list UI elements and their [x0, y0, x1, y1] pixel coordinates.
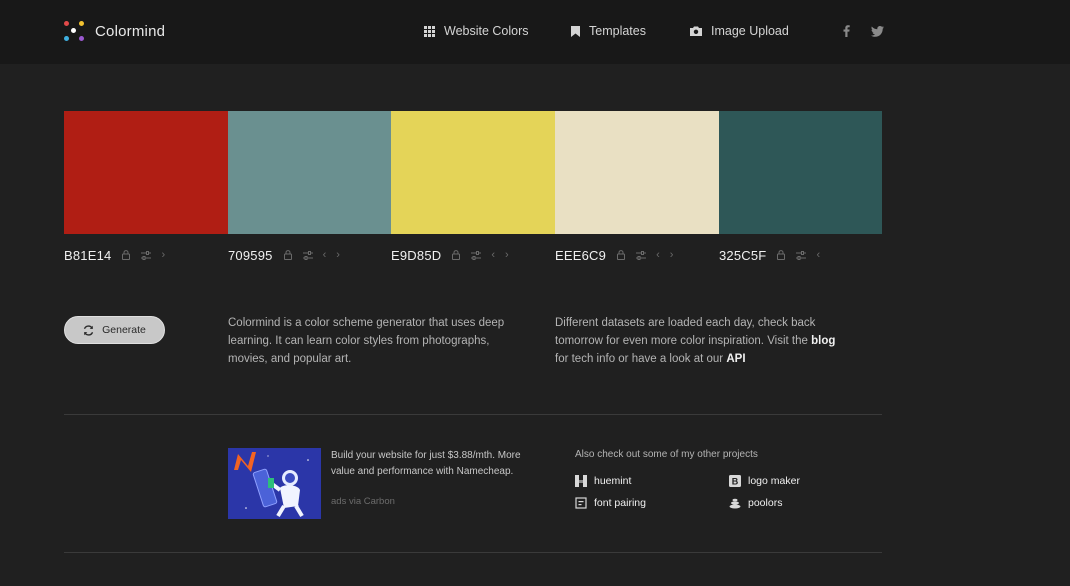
nav-website-colors[interactable]: Website Colors: [424, 22, 529, 40]
poolors-icon: [729, 497, 741, 509]
chevron-left-icon[interactable]: ‹: [323, 249, 327, 261]
ad-text[interactable]: Build your website for just $3.88/mth. M…: [331, 448, 536, 479]
description-text: Different datasets are loaded each day, …: [555, 317, 816, 347]
swatch-controls-1: B81E14 ›: [64, 247, 175, 263]
divider: [64, 552, 882, 553]
color-swatch-5[interactable]: [719, 111, 882, 234]
description-right: Different datasets are loaded each day, …: [555, 314, 845, 368]
color-swatch-1[interactable]: [64, 111, 228, 234]
project-label: logo maker: [748, 475, 800, 487]
color-swatch-4[interactable]: [555, 111, 719, 234]
twitter-icon: [871, 25, 884, 37]
top-header: Colormind Website Colors Templates Image…: [0, 0, 1070, 64]
project-label: font pairing: [594, 497, 646, 509]
chevron-left-icon[interactable]: ‹: [656, 249, 660, 261]
description-text: for tech info or have a look at our: [555, 353, 724, 365]
chevron-right-icon[interactable]: ›: [161, 249, 165, 261]
swatch-controls-2: 709595 ‹ ›: [228, 247, 350, 263]
api-link[interactable]: API: [726, 353, 745, 365]
color-swatch-2[interactable]: [228, 111, 391, 234]
project-logo-maker[interactable]: B logo maker: [729, 474, 800, 488]
lock-icon[interactable]: [121, 249, 131, 261]
font-pairing-icon: [575, 497, 587, 509]
chevron-right-icon[interactable]: ›: [505, 249, 509, 261]
nav-label: Website Colors: [444, 24, 529, 38]
twitter-link[interactable]: [871, 22, 884, 40]
adjust-icon[interactable]: [302, 249, 313, 261]
logo-icon: [64, 21, 84, 41]
hex-code[interactable]: E9D85D: [391, 248, 441, 263]
nav-label: Templates: [589, 24, 646, 38]
ad-attribution[interactable]: ads via Carbon: [331, 496, 395, 507]
chevron-right-icon[interactable]: ›: [670, 249, 674, 261]
refresh-icon: [83, 324, 94, 336]
blog-link[interactable]: blog: [811, 335, 835, 347]
project-font-pairing[interactable]: font pairing: [575, 496, 646, 510]
color-swatch-3[interactable]: [391, 111, 555, 234]
hex-code[interactable]: EEE6C9: [555, 248, 606, 263]
lock-icon[interactable]: [283, 249, 293, 261]
lock-icon[interactable]: [776, 249, 786, 261]
chevron-left-icon[interactable]: ‹: [491, 249, 495, 261]
description-left: Colormind is a color scheme generator th…: [228, 317, 505, 365]
hex-code[interactable]: 325C5F: [719, 248, 766, 263]
adjust-icon[interactable]: [141, 249, 152, 261]
swatch-controls-4: EEE6C9 ‹ ›: [555, 247, 683, 263]
chevron-left-icon[interactable]: ‹: [816, 249, 820, 261]
bookmark-icon: [571, 25, 580, 37]
lock-icon[interactable]: [616, 249, 626, 261]
logo-maker-icon: B: [729, 475, 741, 487]
generate-label: Generate: [102, 324, 146, 336]
adjust-icon[interactable]: [636, 249, 647, 261]
nav-label: Image Upload: [711, 24, 789, 38]
swatch-controls-5: 325C5F ‹: [719, 247, 830, 263]
hex-code[interactable]: B81E14: [64, 248, 111, 263]
facebook-link[interactable]: [843, 22, 850, 40]
chevron-right-icon[interactable]: ›: [336, 249, 340, 261]
adjust-icon[interactable]: [471, 249, 482, 261]
nav-image-upload[interactable]: Image Upload: [690, 22, 789, 40]
app-title: Colormind: [95, 22, 166, 40]
project-poolors[interactable]: poolors: [729, 496, 782, 510]
svg-text:B: B: [732, 477, 739, 487]
divider: [64, 414, 882, 415]
huemint-icon: [575, 475, 587, 487]
project-label: poolors: [748, 497, 783, 509]
nav-templates[interactable]: Templates: [571, 22, 646, 40]
swatch-controls-3: E9D85D ‹ ›: [391, 247, 519, 263]
hex-code[interactable]: 709595: [228, 248, 273, 263]
other-projects-title: Also check out some of my other projects: [575, 449, 758, 460]
grid-icon: [424, 25, 435, 37]
project-huemint[interactable]: huemint: [575, 474, 631, 488]
ad-image[interactable]: [228, 448, 321, 519]
adjust-icon[interactable]: [796, 249, 807, 261]
camera-icon: [690, 26, 702, 36]
facebook-icon: [843, 25, 850, 37]
project-label: huemint: [594, 475, 632, 487]
logo[interactable]: Colormind: [64, 20, 165, 42]
generate-button[interactable]: Generate: [64, 316, 165, 344]
lock-icon[interactable]: [451, 249, 461, 261]
